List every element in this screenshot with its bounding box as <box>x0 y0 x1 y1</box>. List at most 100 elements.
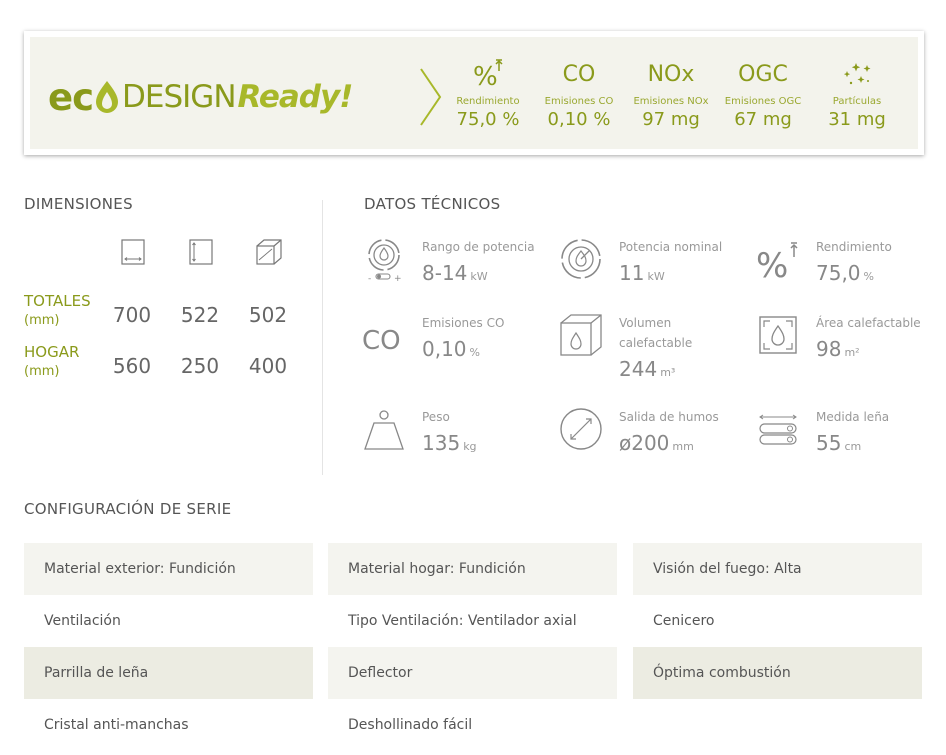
config-item: Óptima combustión <box>633 647 922 699</box>
metric-label: Emisiones NOx <box>633 96 709 107</box>
logo-ready-text: Ready! <box>237 79 354 115</box>
metric-rendimiento: % Rendimiento 75,0 % <box>442 57 534 130</box>
nox-symbol: NOx <box>647 61 695 87</box>
efficiency-icon: % <box>756 237 800 281</box>
ecodesign-banner-inner: ec DESIGN Ready! % Rendimiento 75,0 % CO… <box>30 37 918 149</box>
tech-value: 8-14 <box>422 261 468 285</box>
config-item: Material hogar: Fundición <box>328 543 617 595</box>
dim-row-hogar: HOGAR (mm) <box>24 343 79 379</box>
config-item: Deshollinado fácil <box>348 717 473 733</box>
config-item: Cenicero <box>653 613 715 629</box>
tech-label: Rendimiento <box>816 240 892 254</box>
tech-label: Área calefactable <box>816 316 921 330</box>
metric-value: 97 mg <box>642 109 700 130</box>
dim-value: 522 <box>180 303 220 327</box>
weight-icon <box>362 407 406 451</box>
logo-eco-text: ec <box>48 75 94 119</box>
tech-unit: m³ <box>660 366 676 379</box>
tech-label: Rango de potencia <box>422 240 535 254</box>
co-icon: CO <box>362 313 406 357</box>
flue-outlet-icon <box>559 407 603 451</box>
chevron-right-icon <box>420 68 442 126</box>
ogc-symbol: OGC <box>738 61 788 87</box>
tech-label: Potencia nominal <box>619 240 723 254</box>
depth-icon <box>256 239 282 265</box>
heated-area-icon <box>756 313 800 357</box>
config-item: Visión del fuego: Alta <box>633 543 922 595</box>
tech-unit: m² <box>844 346 860 359</box>
tech-value-wrap: 75,0% <box>816 261 874 285</box>
metric-value: 0,10 % <box>547 109 611 130</box>
datos-tecnicos-title: DATOS TÉCNICOS <box>364 195 501 213</box>
tech-label: Salida de humos <box>619 410 719 424</box>
metric-emisiones-nox: NOx Emisiones NOx 97 mg <box>625 57 717 131</box>
tech-value: 0,10 <box>422 337 467 361</box>
ecodesign-logo: ec DESIGN Ready! <box>48 75 354 119</box>
tech-value-wrap: 8-14 kW <box>422 261 488 285</box>
config-item: Deflector <box>328 647 617 699</box>
tech-label: Volumen calefactable <box>619 316 693 350</box>
svg-text:+: + <box>394 274 402 282</box>
configuracion-title: CONFIGURACIÓN DE SERIE <box>24 500 232 518</box>
tech-unit: kW <box>647 270 665 283</box>
section-divider <box>322 200 323 475</box>
metric-value: 67 mg <box>734 109 792 130</box>
config-item: Parrilla de leña <box>24 647 313 699</box>
tech-value: 11 <box>619 261 645 285</box>
particles-icon <box>811 57 903 91</box>
height-icon <box>189 239 213 265</box>
dim-value: 250 <box>180 354 220 378</box>
tech-unit: % <box>469 346 480 359</box>
tech-label: Medida leña <box>816 410 890 424</box>
dim-row-unit: (mm) <box>24 313 60 328</box>
tech-unit: % <box>863 270 874 283</box>
tech-value: 135 <box>422 431 461 455</box>
tech-label: Emisiones CO <box>422 316 505 330</box>
tech-unit: cm <box>844 440 862 453</box>
tech-unit: mm <box>672 440 694 453</box>
metric-label: Emisiones OGC <box>724 96 802 107</box>
dim-value: 502 <box>248 303 288 327</box>
tech-value: 244 <box>619 357 658 381</box>
tech-value-wrap: 135 kg <box>422 431 477 455</box>
tech-value-wrap: 55 cm <box>816 431 861 455</box>
logo-design-text: DESIGN <box>122 79 236 115</box>
dim-value: 560 <box>112 354 152 378</box>
metric-label: Partículas <box>832 96 882 107</box>
svg-text:CO: CO <box>362 326 401 356</box>
tech-value-wrap: 0,10% <box>422 337 480 361</box>
dim-row-label: TOTALES <box>24 292 91 310</box>
svg-text:-: - <box>368 274 371 282</box>
metric-value: 31 mg <box>828 109 886 130</box>
tech-value: 75,0 <box>816 261 861 285</box>
co-symbol: CO <box>562 61 596 87</box>
power-range-icon: - + <box>362 237 406 282</box>
config-item: Tipo Ventilación: Ventilador axial <box>348 613 577 629</box>
heated-volume-icon <box>559 313 603 357</box>
tech-value-wrap: 244 m³ <box>619 357 675 381</box>
dimensiones-title: DIMENSIONES <box>24 195 133 213</box>
metric-emisiones-ogc: OGC Emisiones OGC 67 mg <box>717 57 809 131</box>
percent-arrow-icon: % <box>442 57 534 91</box>
config-item: Cristal anti-manchas <box>44 717 189 733</box>
log-size-icon <box>756 407 800 451</box>
nominal-power-icon <box>559 237 603 281</box>
tech-value-wrap: ø200 mm <box>619 431 694 455</box>
leaf-drop-icon <box>96 81 119 113</box>
dim-value: 700 <box>112 303 152 327</box>
metric-particulas: Partículas 31 mg <box>811 57 903 130</box>
tech-value: 98 <box>816 337 842 361</box>
tech-unit: kW <box>470 270 488 283</box>
tech-unit: kg <box>463 440 477 453</box>
tech-value: ø200 <box>619 431 670 455</box>
dim-value: 400 <box>248 354 288 378</box>
dim-row-unit: (mm) <box>24 364 60 379</box>
width-icon <box>121 239 145 265</box>
metric-label: Rendimiento <box>456 96 520 107</box>
tech-label: Peso <box>422 410 450 424</box>
tech-value-wrap: 98 m² <box>816 337 860 361</box>
metric-value: 75,0 % <box>456 109 520 130</box>
metric-emisiones-co: CO Emisiones CO 0,10 % <box>533 57 625 131</box>
ecodesign-banner: ec DESIGN Ready! % Rendimiento 75,0 % CO… <box>24 31 924 155</box>
config-item: Ventilación <box>44 613 121 629</box>
